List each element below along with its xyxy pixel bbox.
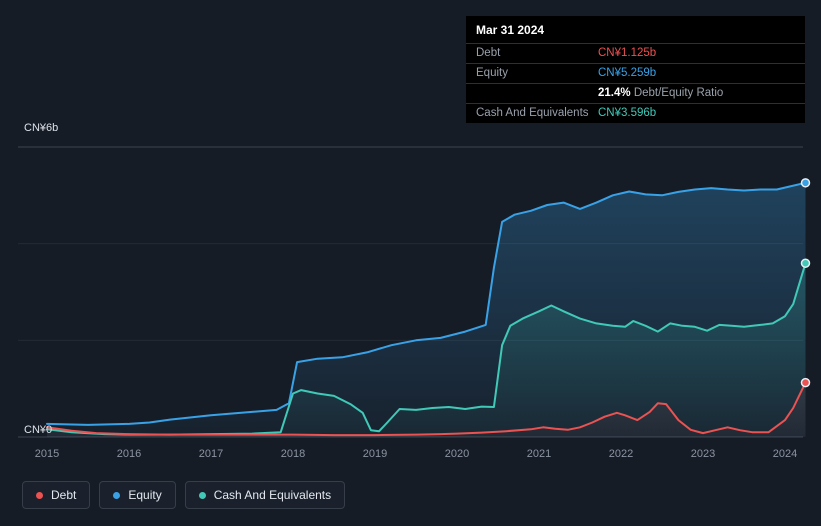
tooltip-cash-label: Cash And Equivalents <box>476 107 589 119</box>
legend-item-equity[interactable]: Equity <box>99 481 176 509</box>
tooltip-row-ratio: 21.4% Debt/Equity Ratio <box>466 83 805 103</box>
tooltip-ratio-label: Debt/Equity Ratio <box>633 87 724 99</box>
x-tick: 2015 <box>34 448 60 460</box>
x-tick: 2024 <box>772 448 798 460</box>
tooltip-debt-label: Debt <box>476 47 501 59</box>
debt-dot-icon <box>36 491 43 499</box>
tooltip-equity-label: Equity <box>476 67 508 79</box>
tooltip-equity-value: CN¥5.259b <box>598 67 657 79</box>
tooltip-ratio-value: 21.4% Debt/Equity Ratio <box>598 86 795 101</box>
tooltip-row-debt: Debt CN¥1.125b <box>466 43 805 63</box>
tooltip-date: Mar 31 2024 <box>476 23 545 37</box>
debt-equity-history-chart: CN¥6b CN¥0 2015 2016 2017 2018 2019 2020 2021 2… <box>0 0 821 526</box>
legend-debt-label: Debt <box>51 488 77 502</box>
tooltip-row-cash: Cash And Equivalents CN¥3.596b <box>466 103 805 123</box>
x-tick: 2022 <box>608 448 634 460</box>
legend-item-cash[interactable]: Cash And Equivalents <box>184 481 346 509</box>
legend: Debt Equity Cash And Equivalents <box>22 481 346 509</box>
equity-dot-icon <box>113 491 121 499</box>
x-tick: 2020 <box>444 448 470 460</box>
x-tick: 2017 <box>198 448 224 460</box>
tooltip-cash-value: CN¥3.596b <box>598 107 657 119</box>
x-tick: 2016 <box>116 448 142 460</box>
chart-tooltip: Mar 31 2024 Debt CN¥1.125b Equity CN¥5.2… <box>466 16 805 123</box>
x-axis: 2015 2016 2017 2018 2019 2020 2021 2022 2023 2024 <box>0 448 821 464</box>
x-tick: 2019 <box>362 448 388 460</box>
tooltip-debt-value: CN¥1.125b <box>598 47 657 59</box>
tooltip-ratio-percent: 21.4% <box>598 87 631 99</box>
x-tick: 2021 <box>526 448 552 460</box>
x-tick: 2018 <box>280 448 306 460</box>
tooltip-row-equity: Equity CN¥5.259b <box>466 63 805 83</box>
x-tick: 2023 <box>690 448 716 460</box>
legend-equity-label: Equity <box>128 488 162 502</box>
y-axis-label-max: CN¥6b <box>24 122 59 134</box>
y-axis-label-zero: CN¥0 <box>24 424 53 436</box>
cash-dot-icon <box>198 491 206 499</box>
legend-item-debt[interactable]: Debt <box>22 481 91 509</box>
legend-cash-label: Cash And Equivalents <box>213 488 332 502</box>
